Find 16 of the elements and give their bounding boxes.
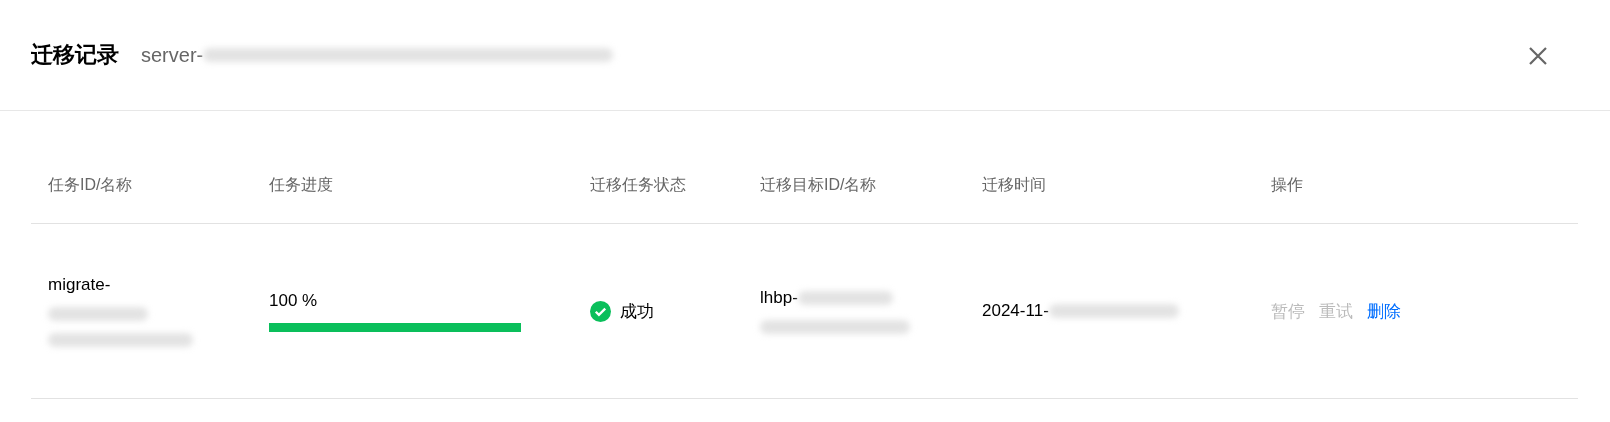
task-id: migrate- — [48, 275, 112, 295]
status-text: 成功 — [620, 300, 654, 323]
progress-value: 100 % — [269, 290, 319, 311]
migration-time: 2024-11- — [982, 301, 1049, 321]
server-name: server- — [141, 43, 204, 67]
column-header: 迁移目标ID/名称 — [760, 175, 878, 195]
check-circle-icon — [590, 300, 611, 322]
column-header: 任务进度 — [269, 175, 334, 195]
column-header: 任务ID/名称 — [47, 175, 134, 195]
column-header: 操作 — [1271, 175, 1304, 195]
target-id: lhbp- — [760, 288, 798, 308]
column-header: 迁移任务状态 — [590, 175, 687, 195]
action-link[interactable]: 删除 — [1367, 299, 1401, 323]
column-header: 迁移时间 — [982, 175, 1047, 195]
dialog-title: 迁移记录 — [31, 41, 119, 69]
close-icon[interactable] — [1528, 46, 1548, 66]
